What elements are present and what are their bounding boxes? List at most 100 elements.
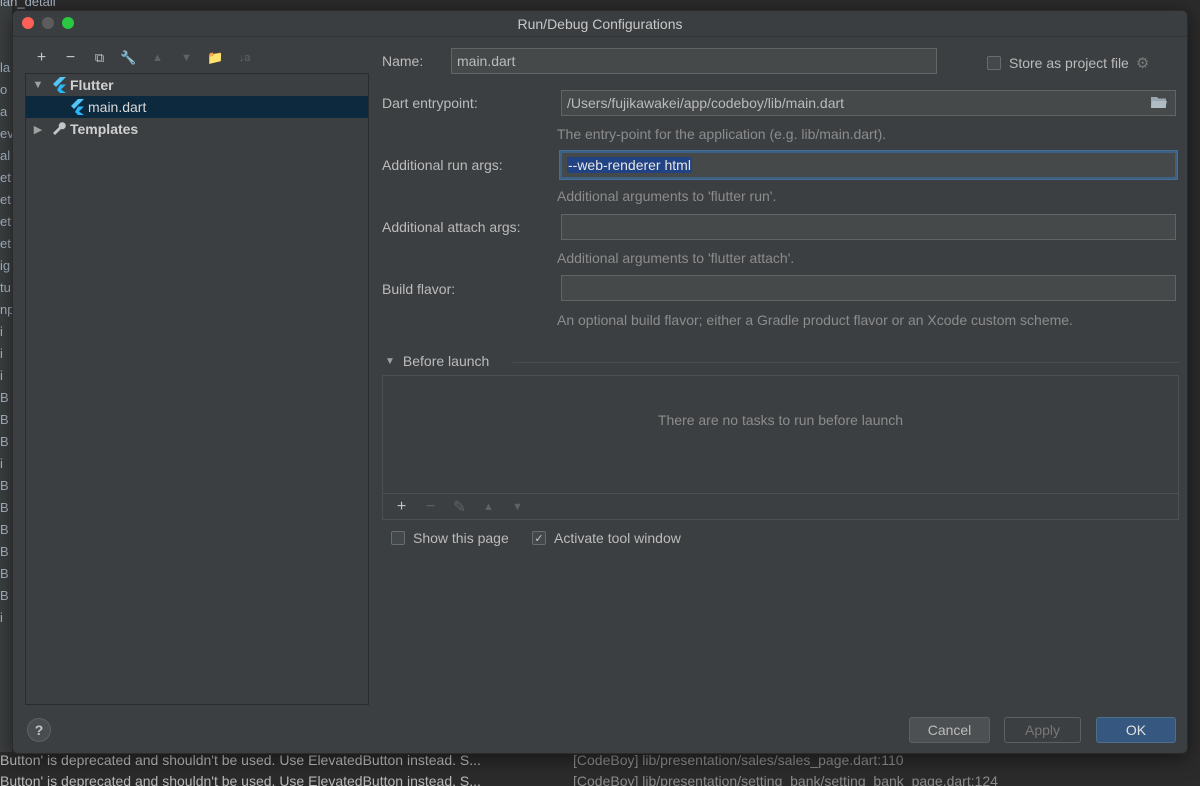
background-code-fragment: o [0,82,8,97]
remove-task-icon[interactable]: − [416,498,445,516]
background-code-fragment: B [0,478,9,493]
problem-message: Button' is deprecated and shouldn't be u… [0,773,481,786]
background-code-fragment: B [0,500,9,515]
problem-message: Button' is deprecated and shouldn't be u… [0,752,481,768]
expanded-caret-icon[interactable]: ▼ [30,79,46,91]
problem-location[interactable]: [CodeBoy] lib/presentation/setting_bank/… [573,773,998,786]
store-as-project-file[interactable]: Store as project file ⚙ [987,54,1149,72]
edit-task-icon[interactable]: ✎ [445,497,474,517]
background-code-fragment: i [0,346,3,361]
cancel-button[interactable]: Cancel [909,717,990,743]
flutter-icon [52,77,66,93]
config-tree: ▼ Flutter main.dart ▶ Templates [25,73,369,705]
store-as-project-checkbox[interactable] [987,56,1001,70]
activate-tool-window-option[interactable]: ✓ Activate tool window [532,530,681,546]
before-launch-toolbar: + − ✎ ▲ ▼ [383,493,1178,519]
minus-icon[interactable]: − [56,47,85,69]
build-flavor-field[interactable] [561,275,1176,301]
before-launch-title: Before launch [402,353,490,369]
tree-item-label: main.dart [88,99,147,115]
background-tab-fragment: lan_detail [0,0,56,9]
tree-item-main-dart[interactable]: main.dart [26,96,368,118]
build-flavor-hint: An optional build flavor; either a Gradl… [557,312,1073,328]
attach-args-hint: Additional arguments to 'flutter attach'… [557,250,795,266]
background-code-fragment: B [0,522,9,537]
background-problems-panel: Button' is deprecated and shouldn't be u… [0,752,1200,786]
background-code-fragment: la [0,60,11,75]
run-args-hint: Additional arguments to 'flutter run'. [557,188,777,204]
section-divider [513,362,1179,363]
move-down-icon[interactable]: ▼ [172,47,201,69]
build-flavor-label: Build flavor: [382,281,456,297]
store-as-project-label: Store as project file [1009,55,1129,71]
flutter-icon [70,99,84,115]
background-code-fragment: ev [0,126,12,141]
tree-group-label: Templates [70,121,139,137]
before-launch-empty-text: There are no tasks to run before launch [657,412,904,428]
copy-icon[interactable]: ⧉ [85,47,114,69]
background-code-fragment: et [0,214,11,229]
show-this-page-label: Show this page [413,530,509,546]
background-code-fragment: B [0,412,9,427]
dialog-title: Run/Debug Configurations [517,16,683,32]
background-code-fragment: et [0,170,11,185]
wrench-icon[interactable]: 🔧 [114,47,143,69]
before-launch-header[interactable]: ▼ Before launch [385,353,489,369]
background-code-fragment: np [0,302,12,317]
apply-button[interactable]: Apply [1004,717,1081,743]
tree-group-templates[interactable]: ▶ Templates [26,118,368,140]
run-args-value: --web-renderer html [567,157,692,173]
problem-location[interactable]: [CodeBoy] lib/presentation/sales/sales_p… [573,752,904,768]
help-button[interactable]: ? [27,718,51,742]
background-ide-left-panel: lan_detail la o a ev al et et et et ig tu np i i i B B Bi… [0,0,56,786]
background-code-fragment: B [0,434,9,449]
show-this-page-option[interactable]: Show this page [391,530,509,546]
config-toolbar: + − ⧉ 🔧 ▲ ▼ 📁 ↓a [27,47,259,69]
name-label: Name: [382,53,424,69]
background-code-fragment: B [0,544,9,559]
run-args-field[interactable]: --web-renderer html [560,151,1177,179]
before-launch-task-list[interactable]: There are no tasks to run before launch … [382,375,1179,520]
background-code-fragment: al [0,148,11,163]
move-up-icon[interactable]: ▲ [143,47,172,69]
activate-tool-window-checkbox[interactable]: ✓ [532,531,546,545]
attach-args-field[interactable] [561,214,1176,240]
new-folder-icon[interactable]: 📁 [201,47,230,69]
plus-icon[interactable]: + [27,47,56,69]
run-args-label: Additional run args: [382,157,503,173]
background-code-fragment: B [0,390,9,405]
entrypoint-field[interactable]: /Users/fujikawakei/app/codeboy/lib/main.… [561,90,1176,116]
background-ide-right-edge [1188,0,1200,786]
wrench-icon [52,121,66,138]
run-debug-configurations-dialog: Run/Debug Configurations + − ⧉ 🔧 ▲ ▼ 📁 ↓a ▼ Flu… [12,10,1188,754]
move-down-icon[interactable]: ▼ [503,501,532,513]
background-code-fragment: ig [0,258,11,273]
sort-icon[interactable]: ↓a [230,47,259,69]
background-code-fragment: et [0,192,11,207]
tree-group-flutter[interactable]: ▼ Flutter [26,74,368,96]
tree-group-label: Flutter [70,77,114,93]
background-code-fragment: B [0,566,9,581]
add-task-icon[interactable]: + [387,498,416,516]
collapsed-caret-icon[interactable]: ▶ [30,123,46,136]
background-code-fragment: a [0,104,8,119]
ok-button[interactable]: OK [1096,717,1176,743]
name-field[interactable]: main.dart [451,48,937,74]
background-code-fragment: i [0,324,3,339]
dialog-titlebar: Run/Debug Configurations [13,11,1187,37]
expanded-caret-icon[interactable]: ▼ [385,356,395,367]
show-this-page-checkbox[interactable] [391,531,405,545]
gear-icon[interactable]: ⚙ [1136,54,1149,72]
attach-args-label: Additional attach args: [382,219,521,235]
background-code-fragment: i [0,368,3,383]
entrypoint-hint: The entry-point for the application (e.g… [557,126,887,142]
entrypoint-value: /Users/fujikawakei/app/codeboy/lib/main.… [567,95,845,111]
name-value: main.dart [457,53,516,69]
move-up-icon[interactable]: ▲ [474,501,503,513]
background-code-fragment: i [0,610,3,625]
folder-icon[interactable] [1151,95,1167,109]
background-code-fragment: B [0,588,9,603]
entrypoint-label: Dart entrypoint: [382,95,478,111]
background-code-fragment: tu [0,280,11,295]
background-code-fragment: et [0,236,11,251]
